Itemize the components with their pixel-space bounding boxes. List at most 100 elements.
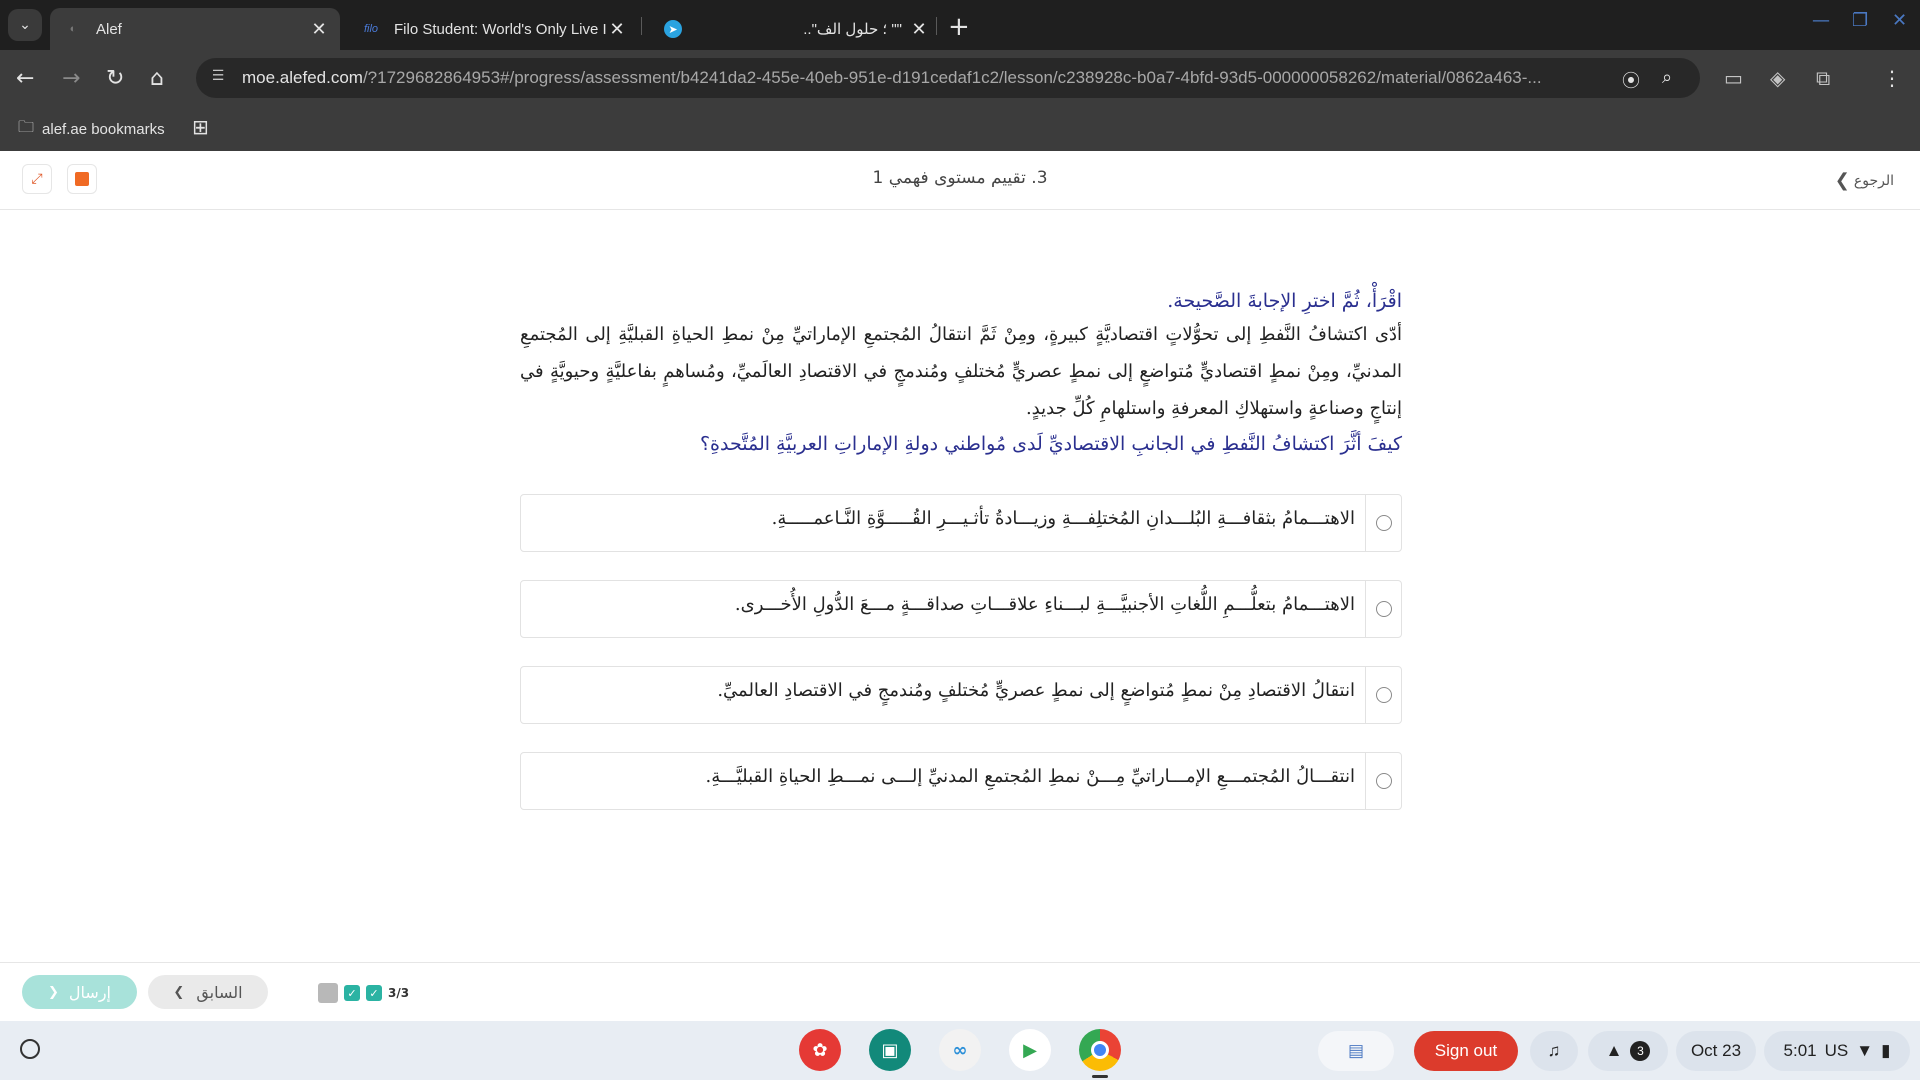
answer-option-4[interactable]: انتقـــالُ المُجتمـــعِ الإمـــاراتيِّ م… (520, 752, 1402, 810)
bookmarks-folder[interactable]: 🗀 alef.ae bookmarks (18, 116, 165, 143)
back-link[interactable]: الرجوع ❯ (1835, 170, 1894, 191)
apps-grid-icon[interactable]: ⊞ (192, 115, 209, 139)
browser-tab-strip: ⌄ ◐ Alef ✕ filo Filo Student: World's On… (0, 0, 1920, 50)
previous-button[interactable]: السابق ❯ (148, 975, 268, 1009)
radio-cell[interactable] (1365, 753, 1401, 809)
new-tab-icon[interactable]: + (948, 12, 970, 42)
instruction-text: اقْرَأْ، ثُمَّ اخترِ الإجابةَ الصَّحيحة. (1167, 290, 1402, 312)
chrome-icon[interactable] (1079, 1029, 1121, 1071)
radio-button[interactable] (1375, 773, 1392, 789)
chevron-left-icon: ❮ (48, 984, 59, 1000)
media-controls-icon[interactable]: ♫ (1530, 1031, 1578, 1071)
folder-icon: 🗀 (18, 119, 35, 136)
answer-option-1[interactable]: الاهتـــمامُ بثقافـــةِ البُلـــدانِ الم… (520, 494, 1402, 552)
lesson-title: 3. تقييم مستوى فهمي 1 (872, 168, 1048, 188)
minimize-icon[interactable]: — (1812, 10, 1830, 31)
screen-capture-thumbnail[interactable]: ▤ (1318, 1031, 1394, 1071)
radio-cell[interactable] (1365, 495, 1401, 551)
thumbnail-icon: ▤ (1347, 1041, 1365, 1060)
tab-filo[interactable]: filo Filo Student: World's Only Live I ✕ (348, 8, 638, 50)
radio-button[interactable] (1375, 601, 1392, 617)
running-indicator (1092, 1075, 1108, 1078)
assessment-footer: إرسال ❮ السابق ❯ ✓ ✓ 3/3 (0, 962, 1920, 1021)
launcher-icon[interactable] (20, 1039, 40, 1059)
url-path: /?1729682864953#/progress/assessment/b42… (362, 68, 1542, 87)
notifications-tray[interactable]: ▲ 3 (1588, 1031, 1668, 1071)
tab-search-button[interactable]: ⌄ (8, 9, 42, 41)
wifi-icon: ▼ (1856, 1041, 1874, 1060)
tab-alef[interactable]: ◐ Alef ✕ (50, 8, 340, 50)
os-shelf: ✿ ▣ ∞ ▶ ▤ Sign out ♫ ▲ 3 Oct 23 5:01 US … (0, 1021, 1920, 1080)
forward-arrow-icon[interactable]: → (62, 66, 80, 91)
url-host: moe.alefed.com (242, 68, 363, 87)
reload-icon[interactable]: ↻ (106, 66, 124, 91)
radio-button[interactable] (1375, 687, 1392, 703)
answer-option-3[interactable]: انتقالُ الاقتصادِ مِنْ نمطٍ مُتواضعٍ إلى… (520, 666, 1402, 724)
progress-count: 3/3 (388, 986, 410, 1000)
address-bar[interactable]: ☰ moe.alefed.com/?1729682864953#/progres… (196, 58, 1700, 98)
question-progress: ✓ ✓ 3/3 (318, 983, 409, 1003)
locale-label: US (1824, 1041, 1849, 1060)
back-arrow-icon[interactable]: ← (16, 66, 34, 91)
time-label: 5:01 (1783, 1041, 1817, 1060)
extensions-puzzle-icon[interactable]: ⧉ (1816, 66, 1830, 90)
close-icon[interactable]: ✕ (308, 19, 330, 40)
filo-icon: filo (363, 23, 379, 35)
answer-option-2[interactable]: الاهتـــمامُ بتعلُّـــمِ اللُّغاتِ الأجن… (520, 580, 1402, 638)
extension-shield-icon[interactable]: ◈ (1770, 66, 1785, 90)
chevron-right-icon: ❯ (173, 984, 185, 1000)
tab-telegram[interactable]: ➤ "" ؛ حلول الف".. ✕ (650, 8, 940, 50)
location-pin-icon[interactable]: ⦿ (1622, 67, 1640, 93)
back-link-label: الرجوع (1853, 172, 1894, 189)
close-icon[interactable]: ✕ (908, 19, 930, 40)
zoom-icon[interactable]: ⌕ (1662, 67, 1672, 88)
sync-app-icon[interactable]: ∞ (939, 1029, 981, 1071)
send-button[interactable]: إرسال ❮ (22, 975, 137, 1009)
send-button-label: إرسال (68, 982, 111, 1002)
notification-count-badge: 3 (1630, 1041, 1651, 1061)
cast-icon[interactable]: ▭ (1724, 66, 1743, 90)
answer-option-text[interactable]: انتقـــالُ المُجتمـــعِ الإمـــاراتيِّ م… (706, 766, 1355, 787)
browser-toolbar: ← → ↻ ⌂ ☰ moe.alefed.com/?1729682864953#… (0, 50, 1920, 106)
lesson-header: ⤢ 3. تقييم مستوى فهمي 1 الرجوع ❯ (0, 151, 1920, 210)
tab-title: Alef (96, 20, 122, 38)
radio-cell[interactable] (1365, 667, 1401, 723)
bookmarks-bar: 🗀 alef.ae bookmarks ⊞ (0, 106, 1920, 151)
answer-option-text[interactable]: انتقالُ الاقتصادِ مِنْ نمطٍ مُتواضعٍ إلى… (717, 680, 1355, 701)
close-icon[interactable]: ✕ (606, 19, 628, 40)
url-text[interactable]: moe.alefed.com/?1729682864953#/progress/… (242, 68, 1602, 88)
battery-icon: ▮ (1881, 1041, 1891, 1060)
tab-title: "" ؛ حلول الف".. (803, 21, 902, 38)
question-content: اقْرَأْ، ثُمَّ اخترِ الإجابةَ الصَّحيحة.… (520, 286, 1402, 461)
question-prompt: كيفَ أثَّرَ اكتشافُ النَّفطِ في الجانبِ … (699, 433, 1402, 455)
restore-icon[interactable]: ❐ (1852, 10, 1868, 31)
check-icon[interactable]: ✓ (344, 985, 360, 1001)
tab-separator (641, 17, 642, 35)
palette-app-icon[interactable]: ✿ (799, 1029, 841, 1071)
warning-icon: ▲ (1605, 1041, 1623, 1060)
chevron-right-icon: ❯ (1834, 170, 1850, 191)
previous-button-label: السابق (196, 982, 243, 1002)
tab-separator (936, 17, 937, 35)
site-info-icon[interactable]: ☰ (208, 68, 228, 88)
sign-out-button[interactable]: Sign out (1414, 1031, 1518, 1071)
answer-option-text[interactable]: الاهتـــمامُ بتعلُّـــمِ اللُّغاتِ الأجن… (735, 594, 1355, 615)
classroom-app-icon[interactable]: ▣ (869, 1029, 911, 1071)
close-window-icon[interactable]: ✕ (1892, 10, 1907, 31)
home-icon[interactable]: ⌂ (150, 66, 164, 91)
reading-passage: أدّى اكتشافُ النَّفطِ إلى تحوُّلاتٍ اقتص… (520, 324, 1402, 419)
radio-cell[interactable] (1365, 581, 1401, 637)
menu-kebab-icon[interactable]: ⋮ (1882, 66, 1902, 90)
alef-icon: ◐ (69, 23, 77, 35)
bookmarks-folder-label: alef.ae bookmarks (42, 121, 165, 138)
play-store-icon[interactable]: ▶ (1009, 1029, 1051, 1071)
status-tray[interactable]: 5:01 US ▼ ▮ (1764, 1031, 1910, 1071)
telegram-icon: ➤ (664, 20, 682, 38)
radio-button[interactable] (1375, 515, 1392, 531)
date-tray[interactable]: Oct 23 (1676, 1031, 1756, 1071)
lesson-page: ⤢ 3. تقييم مستوى فهمي 1 الرجوع ❯ اقْرَأْ… (0, 151, 1920, 1021)
answer-option-text[interactable]: الاهتـــمامُ بثقافـــةِ البُلـــدانِ الم… (772, 508, 1355, 529)
check-icon[interactable]: ✓ (366, 985, 382, 1001)
tab-title: Filo Student: World's Only Live I (394, 20, 606, 38)
progress-box-empty[interactable] (318, 983, 338, 1003)
